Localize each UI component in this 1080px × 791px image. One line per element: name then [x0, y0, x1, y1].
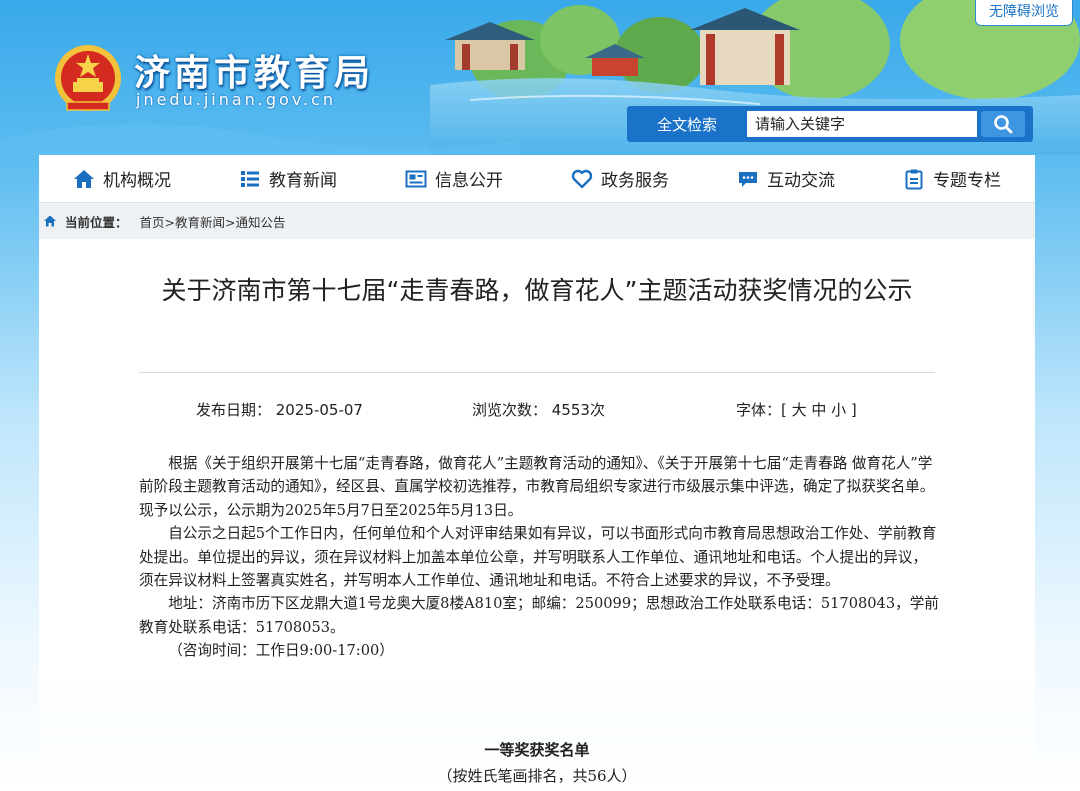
main-nav: 机构概况 教育新闻 信息公开 政务服务 互动交流 专题专栏 — [39, 155, 1035, 203]
newspaper-icon — [405, 170, 427, 187]
list-icon — [241, 170, 259, 187]
nav-item-info-disclosure[interactable]: 信息公开 — [371, 155, 537, 202]
site-header: 济南市教育局 jnedu.jinan.gov.cn 无障碍浏览 全文检索 — [0, 0, 1080, 155]
chat-icon — [739, 171, 757, 187]
nav-item-label: 政务服务 — [601, 171, 669, 191]
breadcrumb-link-notices[interactable]: 通知公告 — [235, 212, 285, 231]
nav-item-education-news[interactable]: 教育新闻 — [205, 155, 371, 202]
award-list-title: 一等奖获奖名单 — [484, 741, 590, 759]
breadcrumb-label: 当前位置： — [65, 214, 128, 230]
nav-item-label: 教育新闻 — [269, 171, 337, 191]
consultation-time: （咨询时间：工作日9:00-17:00） — [168, 642, 394, 660]
award-list-subtitle: （按姓氏笔画排名，共56人） — [437, 767, 637, 785]
article-body: 根据《关于组织开展第十七届“走青春路，做育花人”主题教育活动的通知》、《关于开展… — [139, 452, 939, 663]
site-title: 济南市教育局 — [134, 52, 375, 94]
nav-item-label: 信息公开 — [435, 171, 503, 191]
home-icon — [44, 215, 56, 227]
paragraph: 地址：济南市历下区龙鼎大道1号龙奥大厦8楼A810室；邮编：250099；思想政… — [139, 595, 939, 636]
breadcrumb-link-home[interactable]: 首页> — [140, 212, 175, 231]
article-title: 关于济南市第十七届“走青春路，做育花人”主题活动获奖情况的公示 — [161, 276, 913, 305]
national-emblem-icon — [55, 45, 121, 111]
search-icon — [994, 115, 1013, 134]
article: 关于济南市第十七届“走青春路，做育花人”主题活动获奖情况的公示 发布日期： 20… — [39, 239, 1035, 791]
nav-item-label: 互动交流 — [767, 171, 835, 191]
nav-item-interaction[interactable]: 互动交流 — [703, 155, 869, 202]
title-divider — [139, 372, 935, 373]
nav-item-org-overview[interactable]: 机构概况 — [39, 155, 205, 202]
font-size-control[interactable]: 字体：[ 大 中 小 ] — [736, 399, 857, 420]
full-text-search-label[interactable]: 全文检索 — [627, 114, 747, 135]
breadcrumb: 当前位置： 首页> 教育新闻> 通知公告 — [39, 203, 1035, 239]
home-icon — [74, 169, 94, 188]
search-input[interactable] — [747, 111, 977, 137]
breadcrumb-link-news[interactable]: 教育新闻> — [175, 212, 235, 231]
paragraph: 自公示之日起5个工作日内，任何单位和个人对评审结果如有异议，可以书面形式向市教育… — [139, 525, 937, 590]
paragraph: 根据《关于组织开展第十七届“走青春路，做育花人”主题教育活动的通知》、《关于开展… — [139, 455, 935, 519]
heart-icon — [571, 169, 593, 188]
site-domain: jnedu.jinan.gov.cn — [136, 90, 337, 109]
view-count: 浏览次数： 4553次 — [472, 401, 605, 419]
publish-date: 发布日期： 2025-05-07 — [196, 401, 363, 419]
nav-item-special-topics[interactable]: 专题专栏 — [869, 155, 1035, 202]
nav-item-label: 机构概况 — [103, 171, 171, 191]
clipboard-icon — [905, 169, 923, 189]
search-bar: 全文检索 — [627, 106, 1033, 142]
accessibility-button[interactable]: 无障碍浏览 — [975, 0, 1073, 26]
search-button[interactable] — [981, 111, 1025, 137]
nav-item-gov-services[interactable]: 政务服务 — [537, 155, 703, 202]
nav-item-label: 专题专栏 — [933, 171, 1001, 191]
